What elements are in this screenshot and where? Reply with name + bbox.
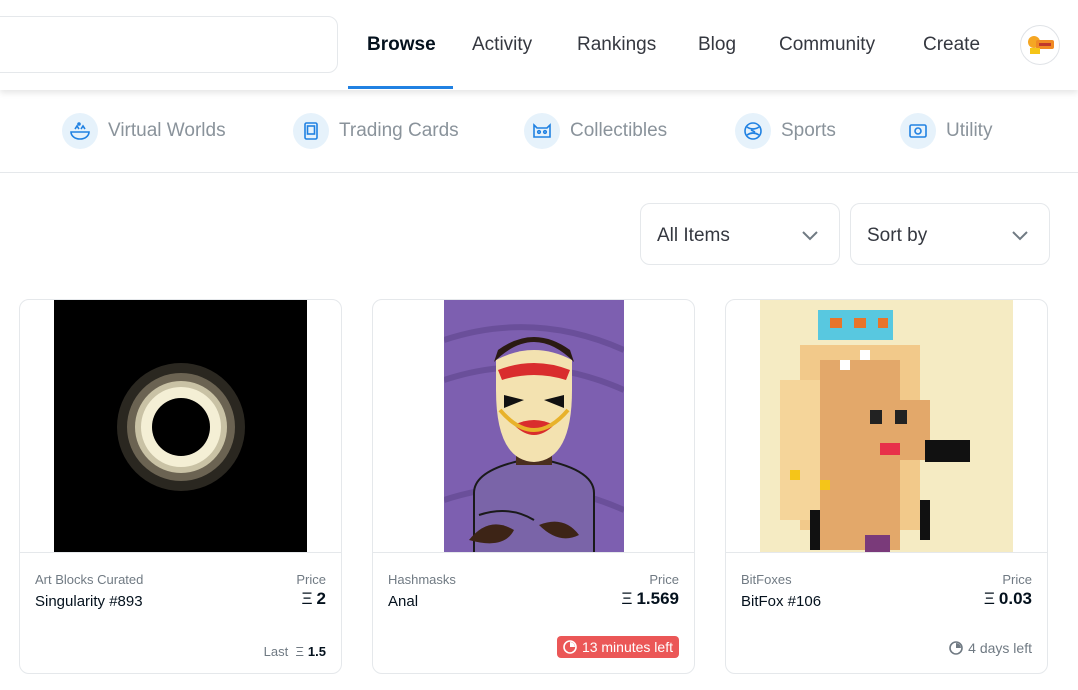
auction-timer: 4 days left: [949, 640, 1032, 656]
price-value: Ξ 1.569: [621, 589, 679, 609]
price-amount: 2: [316, 589, 326, 608]
nav-rankings[interactable]: Rankings: [577, 34, 656, 56]
collection-name[interactable]: BitFoxes: [741, 572, 792, 587]
profile-picture-icon: [1028, 36, 1054, 54]
last-price: 1.5: [307, 644, 326, 659]
search-input[interactable]: [0, 16, 338, 73]
virtual-worlds-icon: [62, 113, 98, 149]
price-value: Ξ 2: [301, 589, 326, 609]
category-label: Sports: [781, 120, 836, 141]
last-label: Last: [263, 644, 289, 659]
utility-icon: [900, 113, 936, 149]
top-navigation: Browse Activity Rankings Blog Community …: [0, 0, 1078, 90]
category-collectibles[interactable]: Collectibles: [524, 112, 667, 150]
time-left: 13 minutes left: [581, 639, 673, 655]
asset-image: [726, 300, 1047, 553]
sports-icon: [735, 113, 771, 149]
singularity-artwork: [54, 300, 307, 552]
time-left: 4 days left: [968, 640, 1032, 656]
category-virtual-worlds[interactable]: Virtual Worlds: [62, 112, 226, 150]
asset-name[interactable]: Singularity #893: [35, 593, 143, 610]
asset-name[interactable]: BitFox #106: [741, 593, 821, 610]
nav-browse[interactable]: Browse: [367, 34, 436, 56]
price-amount: 1.569: [636, 589, 679, 608]
asset-image: [373, 300, 694, 553]
eth-icon: Ξ: [621, 589, 633, 608]
auction-timer-badge: 13 minutes left: [556, 636, 679, 658]
price-label: Price: [649, 572, 679, 587]
collection-name[interactable]: Art Blocks Curated: [35, 572, 143, 587]
category-label: Virtual Worlds: [108, 120, 226, 141]
sort-by-value: Sort by: [867, 225, 928, 246]
asset-image: [20, 300, 341, 553]
clock-icon: [563, 640, 577, 654]
category-label: Trading Cards: [339, 120, 459, 141]
asset-name[interactable]: Anal: [388, 593, 418, 610]
chevron-down-icon: [802, 231, 818, 241]
category-utility[interactable]: Utility: [900, 112, 992, 150]
category-label: Collectibles: [570, 120, 668, 141]
price-label: Price: [296, 572, 326, 587]
sort-by-select[interactable]: Sort by: [850, 203, 1050, 265]
active-tab-indicator: [348, 86, 453, 89]
chevron-down-icon: [1012, 231, 1028, 241]
collection-name[interactable]: Hashmasks: [388, 572, 456, 587]
nav-activity[interactable]: Activity: [472, 34, 532, 56]
price-label: Price: [1002, 572, 1032, 587]
bitfox-artwork: [760, 300, 1013, 552]
eth-icon: Ξ: [295, 644, 304, 659]
items-filter-value: All Items: [657, 225, 730, 246]
nav-blog[interactable]: Blog: [698, 34, 736, 56]
category-trading-cards[interactable]: Trading Cards: [293, 112, 459, 150]
category-sports[interactable]: Sports: [735, 112, 836, 150]
hashmask-artwork: [444, 300, 624, 552]
collectibles-icon: [524, 113, 560, 149]
clock-icon: [949, 641, 963, 655]
nav-create[interactable]: Create: [923, 34, 980, 56]
asset-card[interactable]: Art Blocks Curated Singularity #893 Pric…: [19, 299, 342, 674]
avatar[interactable]: [1020, 25, 1060, 65]
category-label: Utility: [946, 120, 993, 141]
category-bar: Virtual Worlds Trading Cards Collectible…: [0, 90, 1078, 173]
eth-icon: Ξ: [983, 589, 995, 608]
asset-card[interactable]: Hashmasks Anal Price Ξ 1.569 13 minutes …: [372, 299, 695, 674]
price-value: Ξ 0.03: [984, 589, 1032, 609]
eth-icon: Ξ: [301, 589, 313, 608]
last-sale: Last Ξ 1.5: [264, 644, 326, 659]
nav-community[interactable]: Community: [779, 34, 875, 56]
trading-cards-icon: [293, 113, 329, 149]
asset-card[interactable]: BitFoxes BitFox #106 Price Ξ 0.03 4 days…: [725, 299, 1048, 674]
price-amount: 0.03: [998, 589, 1032, 608]
items-filter-select[interactable]: All Items: [640, 203, 840, 265]
